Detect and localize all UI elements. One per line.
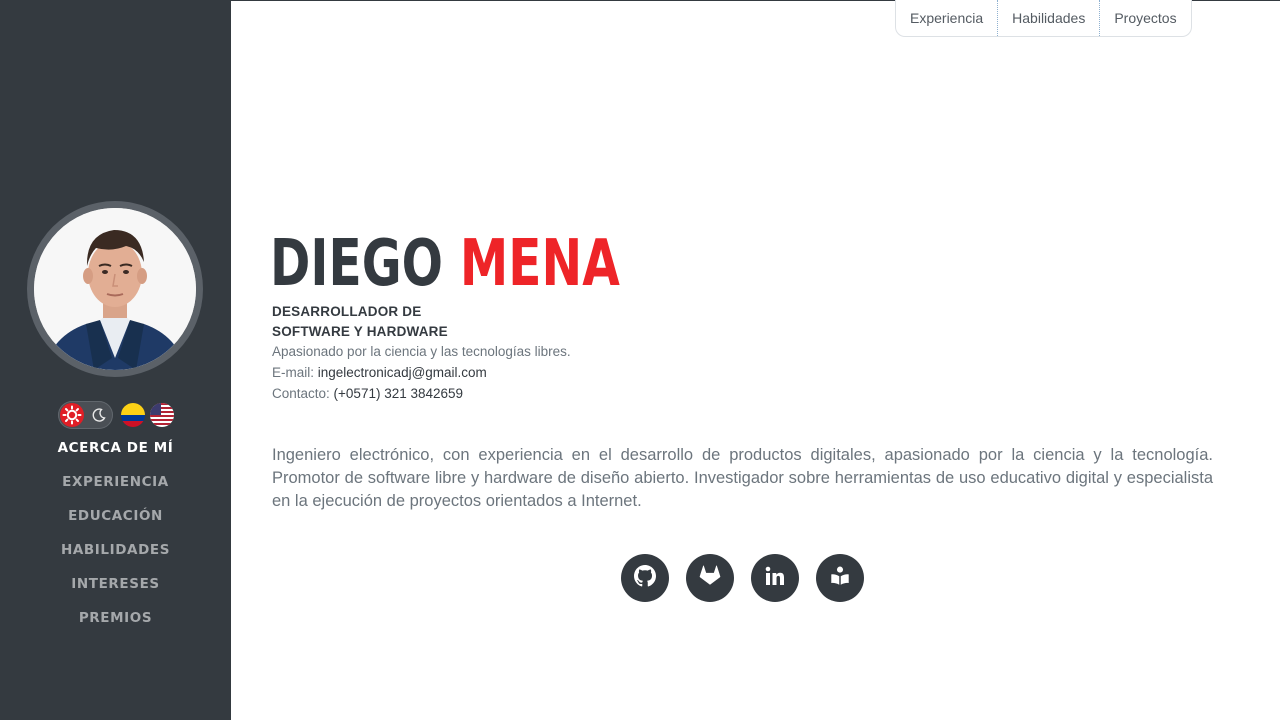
nav-item-premios[interactable]: PREMIOS: [0, 607, 231, 641]
moon-icon: [91, 407, 107, 427]
top-nav-proyectos[interactable]: Proyectos: [1099, 0, 1190, 36]
github-icon: [634, 565, 656, 591]
role-line-2: SOFTWARE Y HARDWARE: [272, 324, 448, 339]
sun-icon: [60, 403, 84, 427]
email-line: E-mail: ingelectronicadj@gmail.com: [272, 363, 487, 383]
book-reader-icon: [829, 565, 851, 591]
gitlab-link[interactable]: [686, 554, 734, 602]
profile-photo-frame: [27, 201, 203, 377]
nav-item-intereses[interactable]: INTERESES: [0, 573, 231, 607]
email-link[interactable]: ingelectronicadj@gmail.com: [318, 365, 487, 380]
blog-link[interactable]: [816, 554, 864, 602]
theme-toggle[interactable]: [58, 401, 113, 429]
first-name: DIEGO: [270, 227, 443, 301]
contact-label: Contacto:: [272, 386, 334, 401]
email-label: E-mail:: [272, 365, 318, 380]
top-nav-experiencia[interactable]: Experiencia: [896, 0, 997, 36]
sidebar: ACERCA DE MÍ EXPERIENCIA EDUCACIÓN HABIL…: [0, 0, 231, 720]
colombia-flag-icon[interactable]: [121, 403, 145, 427]
top-nav: Experiencia Habilidades Proyectos: [895, 0, 1192, 37]
profile-portrait-image: [34, 208, 196, 370]
sidebar-nav: ACERCA DE MÍ EXPERIENCIA EDUCACIÓN HABIL…: [0, 437, 231, 641]
role-title: DESARROLLADOR DE SOFTWARE Y HARDWARE: [272, 302, 448, 342]
nav-item-educacion[interactable]: EDUCACIÓN: [0, 505, 231, 539]
nav-item-acerca-de-mi[interactable]: ACERCA DE MÍ: [0, 437, 231, 471]
preferences-controls: [58, 400, 178, 430]
usa-flag-icon[interactable]: [150, 403, 174, 427]
page-title: DIEGO MENA: [270, 226, 620, 302]
linkedin-link[interactable]: [751, 554, 799, 602]
profile-photo: [34, 208, 196, 370]
phone-number: (+0571) 321 3842659: [333, 386, 464, 401]
tagline: Apasionado por la ciencia y las tecnolog…: [272, 344, 571, 359]
top-nav-habilidades[interactable]: Habilidades: [997, 0, 1099, 36]
gitlab-icon: [699, 565, 721, 591]
contact-line: Contacto: (+0571) 321 3842659: [272, 384, 463, 404]
linkedin-icon: [765, 566, 785, 590]
role-line-1: DESARROLLADOR DE: [272, 304, 422, 319]
last-name: MENA: [459, 227, 620, 301]
nav-item-habilidades[interactable]: HABILIDADES: [0, 539, 231, 573]
nav-item-experiencia[interactable]: EXPERIENCIA: [0, 471, 231, 505]
bio-paragraph: Ingeniero electrónico, con experiencia e…: [272, 446, 1213, 510]
github-link[interactable]: [621, 554, 669, 602]
